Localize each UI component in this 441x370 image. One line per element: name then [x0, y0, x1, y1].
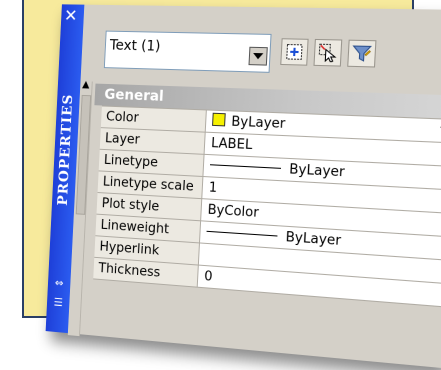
close-icon[interactable]: ✕ [64, 6, 78, 26]
quick-select-icon [352, 44, 372, 63]
chevron-down-icon [253, 53, 264, 59]
select-objects-icon [318, 43, 338, 62]
color-value: ByLayer [231, 114, 286, 132]
scroll-up-icon[interactable]: ▲ [82, 79, 90, 90]
property-grid: Color ByLayer ⌃ Layer LABEL Linetype ByL… [93, 105, 441, 307]
lineweight-value: ByLayer [285, 230, 341, 249]
properties-palette: ✕ PROPERTIES ⇔ ☰ ▲ Text (1) General [46, 4, 441, 368]
toggle-pickadd-button[interactable] [280, 38, 308, 65]
lineweight-preview [207, 231, 278, 237]
color-swatch-icon [212, 113, 226, 127]
collapse-section-icon[interactable]: ⌃ [436, 119, 441, 142]
section-title: General [104, 87, 164, 105]
dropdown-arrow-button[interactable] [248, 47, 267, 66]
palette-menu-icon[interactable]: ☰ [52, 297, 64, 310]
linetype-value: ByLayer [289, 162, 345, 180]
autohide-icon[interactable]: ⇔ [53, 277, 65, 290]
object-type-dropdown[interactable]: Text (1) [104, 31, 272, 73]
linetype-preview [210, 164, 281, 169]
object-type-value: Text (1) [109, 38, 160, 55]
toggle-pickadd-icon [285, 42, 305, 61]
palette-title: PROPERTIES [56, 151, 74, 206]
quick-select-button[interactable] [347, 40, 376, 68]
select-objects-button[interactable] [313, 39, 342, 67]
